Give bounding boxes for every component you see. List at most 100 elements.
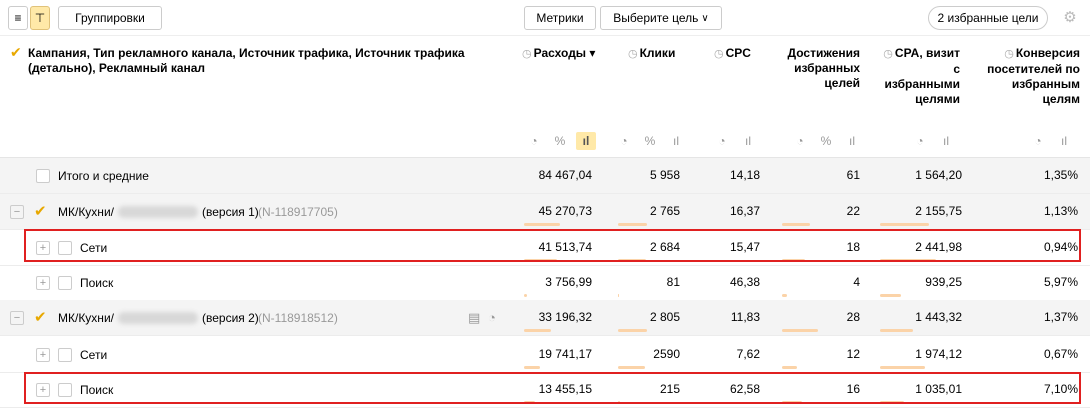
pie-icon[interactable]: ◔ — [910, 132, 930, 150]
goals-share-bar — [782, 223, 810, 226]
pie-icon[interactable]: ◔ — [524, 132, 544, 150]
favorite-goals-button[interactable]: 2 избранные цели — [928, 6, 1048, 30]
bars-icon[interactable]: ıl — [1054, 132, 1074, 150]
col-spend[interactable]: ◷ Расходы ▾ — [522, 46, 610, 62]
col-conversion[interactable]: ◷ Конверсия посетителей по избранным целя… — [984, 46, 1080, 107]
tree-view-button[interactable]: ⊤ — [30, 6, 50, 30]
spend-view-icons: ◔% ıl — [524, 132, 596, 150]
campaign-name[interactable]: МК/Кухни/ — [58, 205, 114, 219]
cell-conv: 1,37% — [1043, 310, 1078, 324]
pie-icon[interactable]: ◔ — [790, 132, 810, 150]
cell-clicks: 81 — [666, 275, 680, 289]
percent-icon[interactable]: % — [816, 132, 836, 150]
table-row[interactable]: Итого и средние 84 467,04 5 958 14,18 61 1 56… — [0, 158, 1090, 194]
clicks-share-bar — [618, 294, 619, 297]
row-checkbox[interactable] — [58, 348, 72, 362]
collapse-icon[interactable]: − — [10, 205, 24, 219]
spend-share-bar — [524, 366, 540, 369]
cell-cpc: 16,37 — [729, 204, 760, 218]
grouping-title: Кампания, Тип рекламного канала, Источни… — [28, 46, 465, 75]
cell-cpa: 1 443,32 — [915, 310, 962, 324]
clock-icon: ◷ — [714, 48, 724, 60]
col-clicks[interactable]: ◷ Клики — [628, 46, 698, 62]
cell-cpc: 11,83 — [730, 310, 760, 324]
campaign-id: (N-118917705) — [258, 205, 338, 219]
col-cpc[interactable]: ◷ CPC — [714, 46, 774, 62]
cell-cpa: 2 155,75 — [915, 204, 962, 218]
table-row[interactable]: + Сети 19 741,17 2590 7,62 12 1 974,12 0,67% — [0, 337, 1090, 373]
table-row[interactable]: − ✔ МК/Кухни/ (версия 2) (N-118918512) ▤ ◔ 33 1… — [0, 300, 1090, 336]
clicks-share-bar — [618, 329, 647, 332]
bars-icon[interactable]: ıl — [576, 132, 596, 150]
cell-spend: 3 756,99 — [545, 275, 592, 289]
groupings-button[interactable]: Группировки — [58, 6, 162, 30]
clock-icon: ◷ — [628, 48, 638, 60]
col-goals[interactable]: Достижения избранных целей — [780, 46, 860, 91]
row-label: Сети — [80, 348, 108, 362]
checkmark-icon[interactable]: ✔ — [34, 202, 48, 220]
conv-view-icons: ◔ ıl — [1028, 132, 1074, 150]
metrics-button[interactable]: Метрики — [524, 6, 596, 30]
pie-icon[interactable]: ◔ — [488, 310, 496, 325]
cell-cpa: 939,25 — [925, 275, 962, 289]
cell-goals: 4 — [853, 275, 860, 289]
highlight-box — [24, 229, 1081, 262]
bars-icon[interactable]: ıl — [666, 132, 686, 150]
clock-icon: ◷ — [522, 48, 532, 60]
cell-spend: 19 741,17 — [538, 347, 592, 361]
campaign-name[interactable]: МК/Кухни/ — [58, 311, 114, 325]
report-icon[interactable]: ▤ — [468, 310, 480, 326]
checkmark-icon[interactable]: ✔ — [34, 308, 48, 326]
bars-icon[interactable]: ıl — [842, 132, 862, 150]
bars-icon[interactable]: ıl — [936, 132, 956, 150]
collapse-icon[interactable]: − — [10, 311, 24, 325]
redacted-text — [118, 206, 198, 218]
cell-cpc: 7,62 — [736, 347, 760, 361]
cell-goals: 12 — [846, 347, 860, 361]
cpa-share-bar — [880, 294, 901, 297]
cell-cpc: 46,38 — [729, 275, 760, 289]
toolbar: ≡ ⊤ Группировки Метрики Выберите цель ∨ 2… — [0, 0, 1090, 36]
highlight-box — [24, 372, 1081, 404]
expand-icon[interactable]: + — [36, 276, 50, 290]
clicks-share-bar — [618, 223, 647, 226]
clicks-view-icons: ◔% ıl — [614, 132, 686, 150]
goals-share-bar — [782, 329, 818, 332]
cell-conv: 5,97% — [1043, 275, 1078, 289]
select-goal-button[interactable]: Выберите цель ∨ — [600, 6, 722, 30]
row-checkbox[interactable] — [58, 276, 72, 290]
cell-spend: 45 270,73 — [538, 204, 592, 218]
spend-share-bar — [524, 329, 551, 332]
cell-clicks: 2 765 — [649, 204, 680, 218]
cpa-share-bar — [880, 329, 913, 332]
table-row[interactable]: − ✔ МК/Кухни/ (версия 1) (N-118917705) 45 270… — [0, 194, 1090, 230]
percent-icon[interactable]: % — [640, 132, 660, 150]
campaign-version: (версия 2) — [202, 311, 259, 325]
pie-icon[interactable]: ◔ — [1028, 132, 1048, 150]
goals-view-icons: ◔% ıl — [790, 132, 862, 150]
list-view-button[interactable]: ≡ — [8, 6, 28, 30]
cpa-share-bar — [880, 366, 925, 369]
clicks-share-bar — [618, 366, 645, 369]
cell-goals: 22 — [846, 204, 860, 218]
pie-icon[interactable]: ◔ — [614, 132, 634, 150]
campaign-id: (N-118918512) — [258, 311, 338, 325]
list-icon: ≡ — [14, 11, 22, 25]
percent-icon[interactable]: % — [550, 132, 570, 150]
spend-share-bar — [524, 294, 527, 297]
goals-share-bar — [782, 366, 797, 369]
bars-icon[interactable]: ıl — [738, 132, 758, 150]
clock-icon: ◷ — [883, 48, 893, 60]
pie-icon[interactable]: ◔ — [712, 132, 732, 150]
cell-clicks: 2590 — [653, 347, 680, 361]
table-row[interactable]: + Поиск 3 756,99 81 46,38 4 939,25 5,97% — [0, 265, 1090, 301]
clock-icon: ◷ — [1004, 48, 1014, 60]
row-checkbox[interactable] — [36, 169, 50, 183]
row-label: Итого и средние — [58, 169, 149, 183]
checkmark-icon[interactable]: ✔ — [10, 44, 22, 61]
col-cpa[interactable]: ◷ CPA, визит с избранными целями — [880, 46, 960, 107]
expand-icon[interactable]: + — [36, 348, 50, 362]
gear-icon[interactable]: ⚙ — [1062, 10, 1078, 26]
cell-goals: 28 — [846, 310, 860, 324]
cell-clicks: 2 805 — [649, 310, 680, 324]
